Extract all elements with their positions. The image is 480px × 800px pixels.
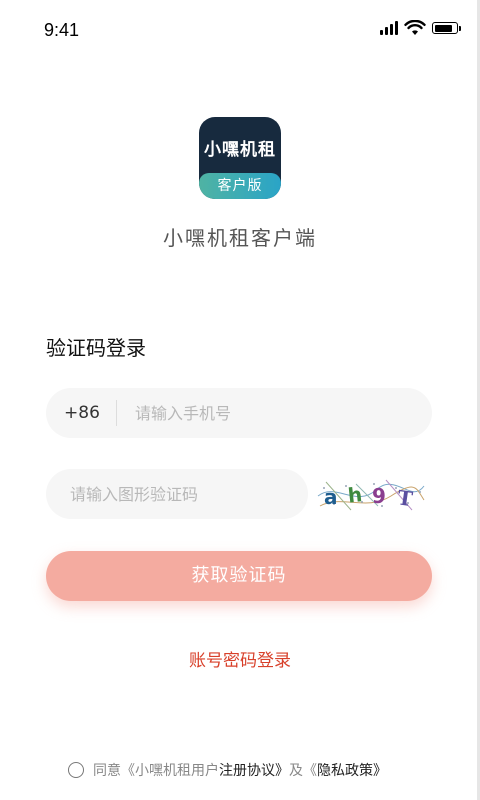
privacy-policy-link[interactable]: 《隐私政策》: [303, 760, 387, 780]
get-code-button[interactable]: 获取验证码: [46, 551, 432, 601]
cellular-signal-icon: [380, 21, 398, 35]
status-bar: 9:41: [0, 0, 480, 60]
agreement-and: 及: [289, 763, 303, 779]
status-icons: [380, 20, 461, 36]
field-divider: [116, 400, 117, 426]
agree-radio[interactable]: [68, 762, 84, 778]
battery-level: [434, 24, 453, 32]
privacy-part-a: 《: [303, 763, 317, 779]
captcha-input[interactable]: [68, 483, 292, 505]
battery-icon: [432, 22, 461, 34]
captcha-char: a: [324, 485, 338, 509]
phone-input[interactable]: [133, 402, 432, 424]
captcha-image[interactable]: a h 9 T: [316, 476, 426, 514]
country-code-selector[interactable]: +86: [48, 403, 116, 423]
captcha-char: 9: [372, 484, 386, 508]
phone-field: +86: [46, 388, 432, 438]
user-agreement-part-a: 《小嘿机租用户: [121, 763, 219, 779]
app-logo: 小嘿机租 客户版: [199, 117, 281, 199]
agreement-row: 同意 《小嘿机租用户注册协议》 及 《隐私政策》: [68, 760, 387, 780]
user-agreement-part-b: 注册协议》: [219, 763, 289, 779]
login-heading: 验证码登录: [46, 336, 146, 360]
password-login-link[interactable]: 账号密码登录: [0, 646, 480, 671]
app-logo-name: 小嘿机租: [204, 140, 276, 160]
status-time: 9:41: [44, 20, 80, 40]
privacy-part-b: 隐私政策》: [317, 763, 387, 779]
app-title: 小嘿机租客户端: [163, 226, 317, 250]
captcha-char: h: [347, 482, 364, 507]
agree-prefix: 同意: [93, 763, 121, 779]
user-agreement-link[interactable]: 《小嘿机租用户注册协议》: [121, 760, 289, 780]
captcha-field: [46, 469, 308, 519]
wifi-icon: [404, 20, 426, 35]
app-logo-badge: 客户版: [199, 173, 281, 199]
